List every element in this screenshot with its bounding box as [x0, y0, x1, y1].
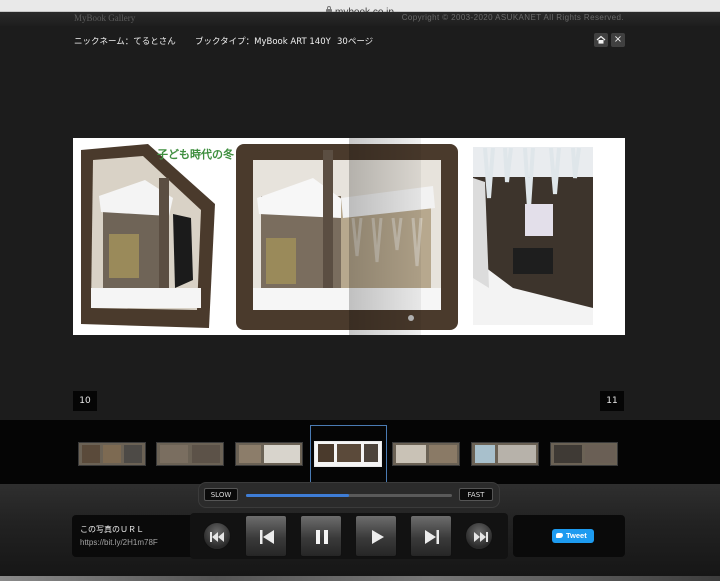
photo-url-link[interactable]: https://bit.ly/2H1m78F	[80, 538, 158, 547]
gallery-title: MyBook Gallery	[74, 13, 136, 23]
home-button[interactable]	[594, 33, 608, 47]
next-icon	[425, 530, 439, 544]
diorama-right-photo	[473, 147, 593, 325]
book-spread[interactable]: 子ども時代の冬	[73, 138, 625, 335]
diorama-left-photo	[81, 144, 215, 328]
right-page-number: 11	[600, 391, 624, 411]
browser-url-bar[interactable]: mybook.co.jp	[0, 0, 720, 18]
first-page-button[interactable]	[203, 522, 231, 550]
thumbnail[interactable]	[235, 442, 303, 466]
mybook-viewer: mybook.co.jp MyBook Gallery Copyright © …	[0, 0, 720, 581]
thumbnail[interactable]	[78, 442, 146, 466]
playback-controls	[190, 513, 508, 559]
skip-last-icon	[474, 532, 488, 542]
close-icon: ×	[613, 34, 623, 45]
tweet-button[interactable]: Tweet	[552, 529, 594, 543]
photo-url-panel: この写真のＵＲＬ https://bit.ly/2H1m78F	[72, 515, 206, 557]
play-icon	[372, 530, 384, 544]
previous-page-button[interactable]	[245, 515, 287, 557]
diorama-center-photo	[236, 144, 458, 330]
slow-button[interactable]: SLOW	[204, 488, 238, 501]
fast-button[interactable]: FAST	[459, 488, 493, 501]
tweet-label: Tweet	[566, 531, 587, 540]
nickname-label: ニックネーム：てるとさん	[74, 37, 176, 47]
close-button[interactable]: ×	[611, 33, 625, 47]
spread-title: 子ども時代の冬	[157, 148, 234, 161]
photo-url-label: この写真のＵＲＬ	[80, 525, 144, 534]
speed-slider-fill	[246, 494, 349, 497]
pause-icon	[316, 530, 328, 544]
home-icon	[596, 35, 606, 44]
pause-button[interactable]	[300, 515, 342, 557]
thumbnail[interactable]	[550, 442, 618, 466]
thumbnail[interactable]	[156, 442, 224, 466]
next-page-button[interactable]	[410, 515, 452, 557]
page-count-label: 30ページ	[337, 37, 374, 47]
copyright-text: Copyright © 2003-2020 ASUKANET All Right…	[401, 13, 624, 22]
gutter-shadow	[349, 138, 421, 335]
speed-slider[interactable]	[246, 494, 452, 497]
gallery-header: MyBook Gallery Copyright © 2003-2020 ASU…	[0, 12, 720, 26]
left-page-number: 10	[73, 391, 97, 411]
thumbnail[interactable]	[471, 442, 539, 466]
last-page-button[interactable]	[465, 522, 493, 550]
thumbnail[interactable]	[392, 442, 460, 466]
current-thumbnail-frame	[310, 425, 387, 482]
twitter-bird-icon	[556, 533, 563, 538]
play-button[interactable]	[355, 515, 397, 557]
previous-icon	[260, 530, 274, 544]
skip-first-icon	[210, 532, 224, 542]
bottom-strip	[0, 576, 720, 581]
book-type-label: ブックタイプ：MyBook ART 140Y	[195, 37, 331, 47]
